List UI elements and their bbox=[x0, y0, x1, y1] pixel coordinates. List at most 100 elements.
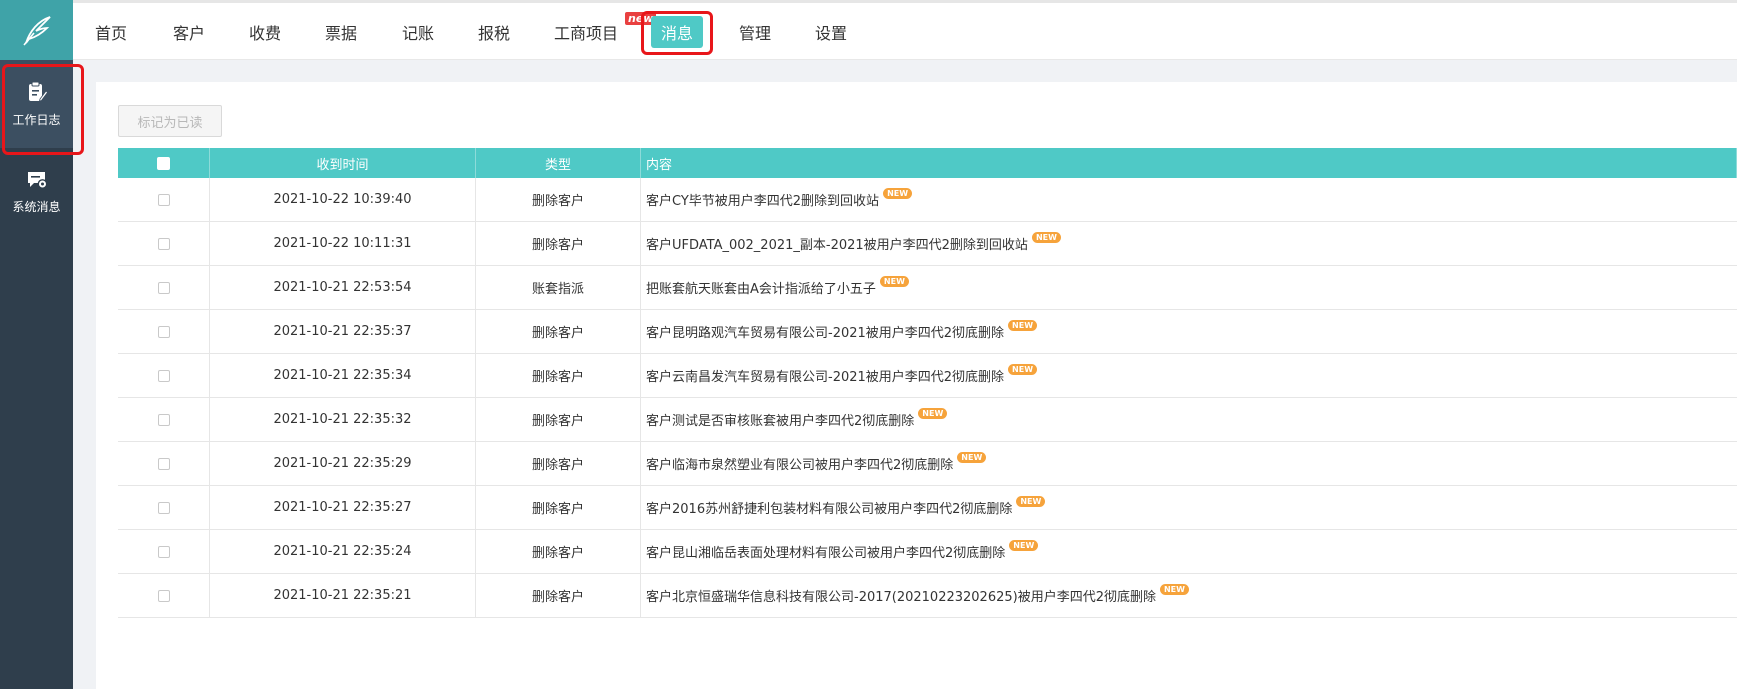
row-checkbox[interactable] bbox=[157, 545, 170, 558]
row-content: 客户测试是否审核账套被用户李四代2彻底删除 NEW bbox=[641, 398, 1737, 441]
sidebar-item-system-messages[interactable]: 系统消息 bbox=[0, 148, 73, 236]
row-type: 删除客户 bbox=[476, 178, 641, 221]
row-content-text: 客户UFDATA_002_2021_副本-2021被用户李四代2删除到回收站 bbox=[646, 238, 1028, 253]
nav-tax[interactable]: 报税 bbox=[478, 3, 510, 60]
row-checkbox-cell bbox=[118, 178, 210, 221]
sidebar-item-label: 工作日志 bbox=[12, 112, 61, 127]
nav-fees[interactable]: 收费 bbox=[249, 3, 281, 60]
app-logo[interactable] bbox=[0, 0, 73, 60]
table-row[interactable]: 2021-10-21 22:35:32 删除客户 客户测试是否审核账套被用户李四代2… bbox=[118, 398, 1737, 442]
row-content-text: 客户昆山湘临岳表面处理材料有限公司被用户李四代2彻底删除 bbox=[646, 546, 1006, 561]
message-table: 收到时间 类型 内容 2021-10-22 10:39:40 删除客户 客户CY毕节… bbox=[118, 148, 1737, 618]
nav-messages[interactable]: 消息 bbox=[651, 3, 704, 60]
row-checkbox[interactable] bbox=[157, 589, 170, 602]
row-checkbox[interactable] bbox=[157, 325, 170, 338]
row-time: 2021-10-21 22:35:32 bbox=[210, 398, 476, 441]
row-time: 2021-10-21 22:53:54 bbox=[210, 266, 476, 309]
sidebar-item-label: 系统消息 bbox=[12, 199, 61, 214]
header-checkbox-cell bbox=[118, 148, 210, 178]
header-content[interactable]: 内容 bbox=[641, 148, 1737, 178]
new-tag: NEW bbox=[1009, 540, 1039, 551]
row-checkbox-cell bbox=[118, 398, 210, 441]
message-panel: 标记为已读 收到时间 类型 内容 2021-10-22 10:39:40 删除客户… bbox=[96, 82, 1737, 689]
nav-business-projects[interactable]: 工商项目 bbox=[554, 3, 618, 60]
row-time: 2021-10-22 10:39:40 bbox=[210, 178, 476, 221]
row-checkbox-cell bbox=[118, 530, 210, 573]
row-checkbox[interactable] bbox=[157, 281, 170, 294]
nav-bills[interactable]: 票据 bbox=[325, 3, 357, 60]
table-row[interactable]: 2021-10-21 22:35:34 删除客户 客户云南昌发汽车贸易有限公司-20… bbox=[118, 354, 1737, 398]
table-row[interactable]: 2021-10-21 22:35:21 删除客户 客户北京恒盛瑞华信息科技有限公司-… bbox=[118, 574, 1737, 618]
new-tag: NEW bbox=[1159, 584, 1189, 595]
header-type[interactable]: 类型 bbox=[476, 148, 641, 178]
new-tag: NEW bbox=[1016, 496, 1046, 507]
row-type: 删除客户 bbox=[476, 310, 641, 353]
new-tag: NEW bbox=[1008, 364, 1038, 375]
table-row[interactable]: 2021-10-21 22:35:24 删除客户 客户昆山湘临岳表面处理材料有限公司… bbox=[118, 530, 1737, 574]
row-time: 2021-10-21 22:35:24 bbox=[210, 530, 476, 573]
table-header: 收到时间 类型 内容 bbox=[118, 148, 1737, 178]
row-content-text: 客户临海市泉然塑业有限公司被用户李四代2彻底删除 bbox=[646, 458, 954, 473]
row-content: 客户北京恒盛瑞华信息科技有限公司-2017(20210223202625)被用户… bbox=[641, 574, 1737, 617]
nav-customers[interactable]: 客户 bbox=[173, 3, 205, 60]
nav-bookkeeping[interactable]: 记账 bbox=[402, 3, 434, 60]
sidebar: 工作日志 系统消息 bbox=[0, 0, 73, 689]
table-row[interactable]: 2021-10-21 22:53:54 账套指派 把账套航天账套由A会计指派给了小五… bbox=[118, 266, 1737, 310]
message-gear-icon bbox=[27, 171, 47, 189]
row-type: 删除客户 bbox=[476, 530, 641, 573]
new-tag: NEW bbox=[918, 408, 948, 419]
row-checkbox[interactable] bbox=[157, 501, 170, 514]
row-content-text: 客户云南昌发汽车贸易有限公司-2021被用户李四代2彻底删除 bbox=[646, 370, 1005, 385]
nav-settings[interactable]: 设置 bbox=[815, 3, 847, 60]
row-content-text: 客户2016苏州舒捷利包装材料有限公司被用户李四代2彻底删除 bbox=[646, 502, 1013, 517]
table-row[interactable]: 2021-10-22 10:11:31 删除客户 客户UFDATA_002_2021… bbox=[118, 222, 1737, 266]
row-type: 账套指派 bbox=[476, 266, 641, 309]
table-row[interactable]: 2021-10-21 22:35:27 删除客户 客户2016苏州舒捷利包装材料有限… bbox=[118, 486, 1737, 530]
nav-home[interactable]: 首页 bbox=[95, 3, 127, 60]
row-content: 客户昆山湘临岳表面处理材料有限公司被用户李四代2彻底删除 NEW bbox=[641, 530, 1737, 573]
row-checkbox[interactable] bbox=[157, 369, 170, 382]
row-type: 删除客户 bbox=[476, 442, 641, 485]
header-time[interactable]: 收到时间 bbox=[210, 148, 476, 178]
row-checkbox-cell bbox=[118, 222, 210, 265]
row-time: 2021-10-21 22:35:37 bbox=[210, 310, 476, 353]
select-all-checkbox[interactable] bbox=[157, 156, 170, 170]
new-tag: NEW bbox=[1031, 232, 1061, 243]
row-checkbox-cell bbox=[118, 310, 210, 353]
row-checkbox-cell bbox=[118, 354, 210, 397]
row-checkbox-cell bbox=[118, 266, 210, 309]
row-checkbox[interactable] bbox=[157, 193, 170, 206]
new-tag: NEW bbox=[879, 276, 909, 287]
row-type: 删除客户 bbox=[476, 222, 641, 265]
row-time: 2021-10-22 10:11:31 bbox=[210, 222, 476, 265]
row-type: 删除客户 bbox=[476, 398, 641, 441]
row-time: 2021-10-21 22:35:27 bbox=[210, 486, 476, 529]
row-checkbox-cell bbox=[118, 486, 210, 529]
row-type: 删除客户 bbox=[476, 354, 641, 397]
top-nav: 首页 客户 收费 票据 记账 报税 工商项目 new 消息 管理 设置 bbox=[73, 0, 1737, 60]
table-row[interactable]: 2021-10-21 22:35:29 删除客户 客户临海市泉然塑业有限公司被用户李… bbox=[118, 442, 1737, 486]
row-time: 2021-10-21 22:35:21 bbox=[210, 574, 476, 617]
nav-management[interactable]: 管理 bbox=[739, 3, 771, 60]
row-type: 删除客户 bbox=[476, 574, 641, 617]
row-content: 客户CY毕节被用户李四代2删除到回收站 NEW bbox=[641, 178, 1737, 221]
row-content: 客户临海市泉然塑业有限公司被用户李四代2彻底删除 NEW bbox=[641, 442, 1737, 485]
table-row[interactable]: 2021-10-21 22:35:37 删除客户 客户昆明路观汽车贸易有限公司-20… bbox=[118, 310, 1737, 354]
row-checkbox[interactable] bbox=[157, 457, 170, 470]
row-checkbox[interactable] bbox=[157, 413, 170, 426]
new-tag: NEW bbox=[957, 452, 987, 463]
clipboard-edit-icon bbox=[28, 81, 48, 102]
row-time: 2021-10-21 22:35:29 bbox=[210, 442, 476, 485]
sidebar-item-work-log[interactable]: 工作日志 bbox=[0, 60, 73, 148]
row-content-text: 客户昆明路观汽车贸易有限公司-2021被用户李四代2彻底删除 bbox=[646, 326, 1005, 341]
new-tag: NEW bbox=[883, 188, 913, 199]
row-checkbox[interactable] bbox=[157, 237, 170, 250]
row-content: 客户UFDATA_002_2021_副本-2021被用户李四代2删除到回收站 NE… bbox=[641, 222, 1737, 265]
mark-as-read-button[interactable]: 标记为已读 bbox=[118, 105, 222, 137]
row-checkbox-cell bbox=[118, 574, 210, 617]
table-row[interactable]: 2021-10-22 10:39:40 删除客户 客户CY毕节被用户李四代2删除到回… bbox=[118, 178, 1737, 222]
row-content-text: 客户测试是否审核账套被用户李四代2彻底删除 bbox=[646, 414, 915, 429]
table-body: 2021-10-22 10:39:40 删除客户 客户CY毕节被用户李四代2删除到回… bbox=[118, 178, 1737, 618]
row-type: 删除客户 bbox=[476, 486, 641, 529]
row-content: 客户2016苏州舒捷利包装材料有限公司被用户李四代2彻底删除 NEW bbox=[641, 486, 1737, 529]
